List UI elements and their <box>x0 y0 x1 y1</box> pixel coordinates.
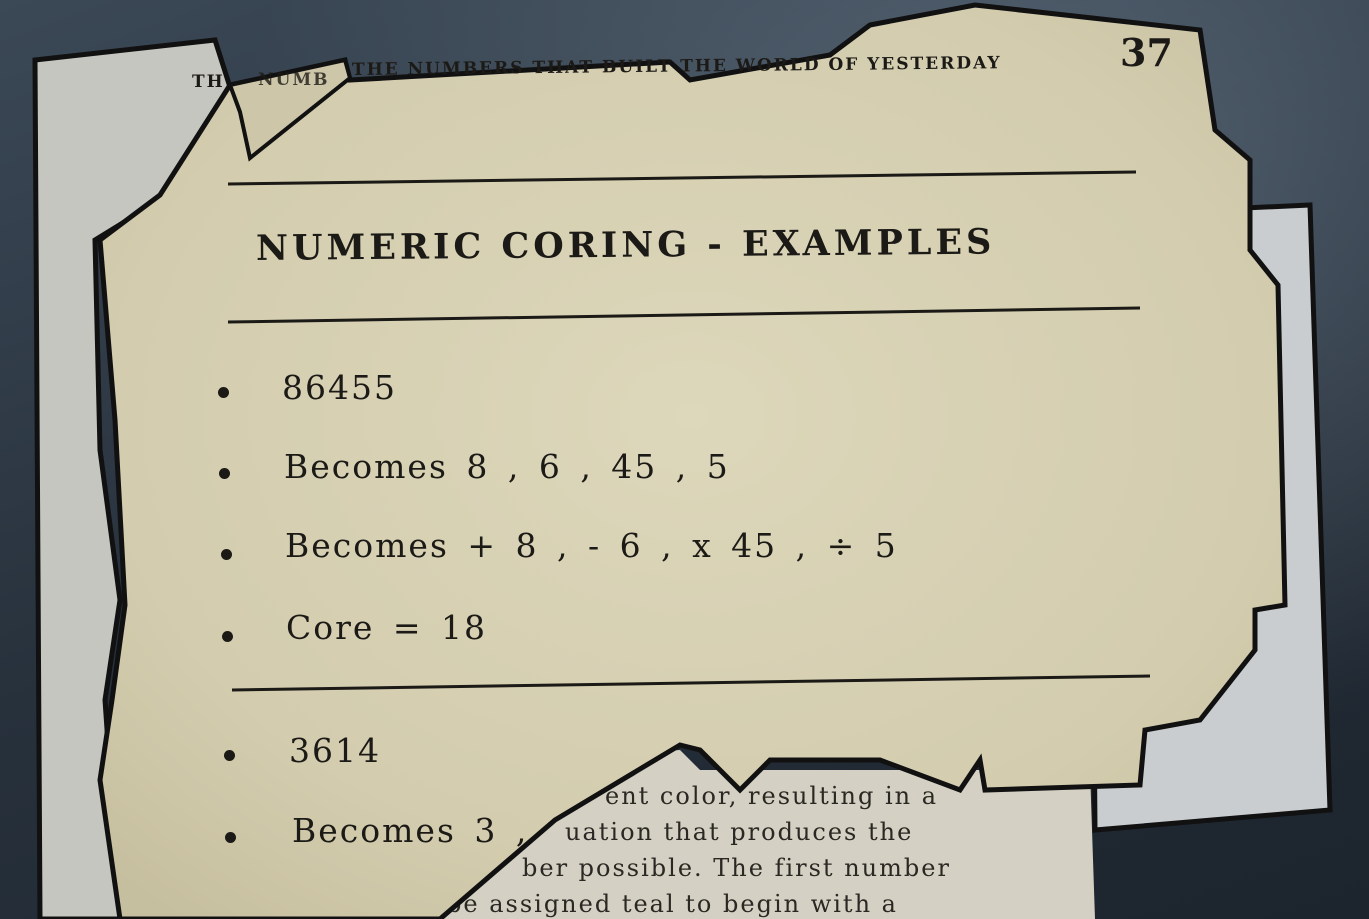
example-2-split: Becomes 3 , <box>292 811 529 850</box>
bullet-dot <box>222 631 233 642</box>
example-1-operators: Becomes + 8 , - 6 , x 45 , ÷ 5 <box>285 526 898 565</box>
bullet-dot <box>221 549 232 560</box>
example-1-split: Becomes 8 , 6 , 45 , 5 <box>284 447 730 486</box>
bullet-dot <box>224 750 235 761</box>
header-partial-left: TH <box>192 72 225 92</box>
example-2-number: 3614 <box>289 731 381 770</box>
bullet-dot <box>219 468 230 479</box>
bullet-dot <box>218 387 229 398</box>
example-1-core: Core = 18 <box>286 608 488 647</box>
example-1-number: 86455 <box>282 368 397 407</box>
page-number: 37 <box>1120 30 1173 75</box>
section-title: NUMERIC CORING - EXAMPLES <box>255 221 996 269</box>
header-partial-mid: NUMB <box>258 70 330 90</box>
game-scene: ent color, resulting in a uation that pr… <box>0 0 1369 919</box>
bullet-dot <box>225 832 236 843</box>
